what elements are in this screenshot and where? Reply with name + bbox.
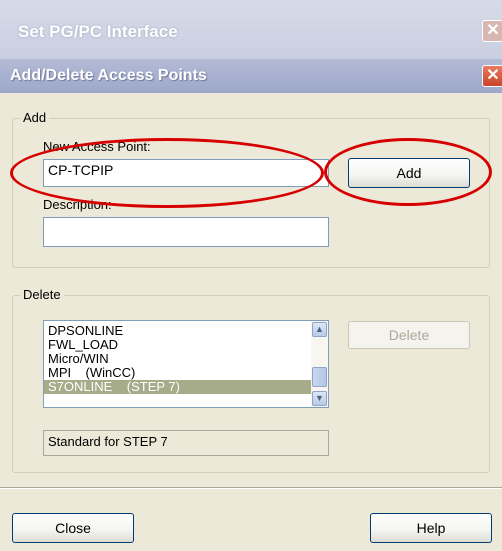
dialog-separator	[0, 487, 502, 489]
add-delete-access-points-dialog: Add/Delete Access Points ✕ Add New Acces…	[0, 58, 502, 551]
help-button[interactable]: Help	[370, 513, 492, 543]
close-button[interactable]: Close	[12, 513, 134, 543]
dialog-title-bar: Add/Delete Access Points ✕	[0, 58, 502, 93]
background-window-title: Set PG/PC Interface	[18, 22, 178, 41]
list-item-selected[interactable]: S7ONLINE (STEP 7)	[44, 380, 311, 394]
new-access-point-input[interactable]: CP-TCPIP	[43, 159, 329, 187]
background-title-bar: Set PG/PC Interface ✕	[0, 0, 502, 58]
delete-group-label: Delete	[20, 287, 64, 302]
description-input[interactable]	[43, 217, 329, 247]
dialog-title: Add/Delete Access Points	[10, 67, 207, 84]
dialog-close-icon[interactable]: ✕	[482, 65, 502, 87]
list-item[interactable]: MPI (WinCC)	[44, 366, 311, 380]
delete-group: Delete DPSONLINE FWL_LOAD Micro/WIN MPI …	[12, 287, 490, 473]
description-label: Description:	[43, 197, 112, 212]
access-point-list-items: DPSONLINE FWL_LOAD Micro/WIN MPI (WinCC)…	[44, 324, 311, 394]
access-point-description-field: Standard for STEP 7	[43, 430, 329, 456]
add-group-label: Add	[20, 110, 50, 125]
add-group: Add New Access Point: CP-TCPIP Add Descr…	[12, 110, 490, 268]
scroll-down-icon[interactable]: ▼	[312, 391, 327, 406]
list-item[interactable]: FWL_LOAD	[44, 338, 311, 352]
list-scrollbar[interactable]: ▲ ▼	[311, 321, 328, 407]
add-button[interactable]: Add	[348, 158, 470, 188]
list-item[interactable]: Micro/WIN	[44, 352, 311, 366]
delete-button[interactable]: Delete	[348, 321, 470, 349]
list-item[interactable]: DPSONLINE	[44, 324, 311, 338]
new-access-point-label: New Access Point:	[43, 139, 151, 154]
scroll-up-icon[interactable]: ▲	[312, 322, 327, 337]
background-close-icon[interactable]: ✕	[482, 20, 502, 42]
scroll-thumb[interactable]	[312, 367, 327, 387]
access-point-list[interactable]: DPSONLINE FWL_LOAD Micro/WIN MPI (WinCC)…	[43, 320, 329, 408]
